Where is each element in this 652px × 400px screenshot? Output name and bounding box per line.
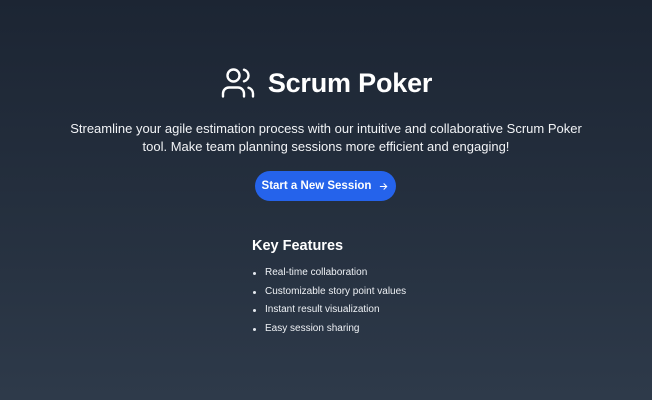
arrow-right-icon (380, 182, 388, 190)
feature-item-label: Instant result visualization (265, 304, 380, 315)
feature-item-label: Customizable story point values (265, 285, 407, 297)
users-icon (221, 68, 255, 98)
bullet-icon (253, 327, 256, 331)
feature-item: Real-time collaboration (252, 264, 452, 283)
bullet-icon (253, 309, 256, 312)
start-session-button[interactable]: Start a New Session (255, 171, 396, 201)
feature-item: Instant result visualization (252, 301, 452, 320)
hero-tagline: Streamline your agile estimation process… (70, 121, 582, 154)
key-features-section: Key Features Real-time collaboration Cus… (252, 238, 452, 338)
bullet-icon (253, 290, 256, 294)
start-session-label: Start a New Session (261, 180, 372, 192)
feature-item-label: Real-time collaboration (265, 267, 368, 278)
feature-item-label: Easy session sharing (265, 322, 360, 334)
landing-hero: Scrum Poker Streamline your agile estima… (0, 0, 652, 400)
feature-item: Customizable story point values (252, 283, 452, 302)
features-heading: Key Features (252, 238, 344, 254)
feature-item: Easy session sharing (252, 320, 452, 339)
page-title: Scrum Poker (267, 67, 433, 98)
page-header: Scrum Poker (0, 62, 652, 104)
features-list: Real-time collaboration Customizable sto… (252, 264, 452, 338)
bullet-icon (253, 272, 256, 275)
